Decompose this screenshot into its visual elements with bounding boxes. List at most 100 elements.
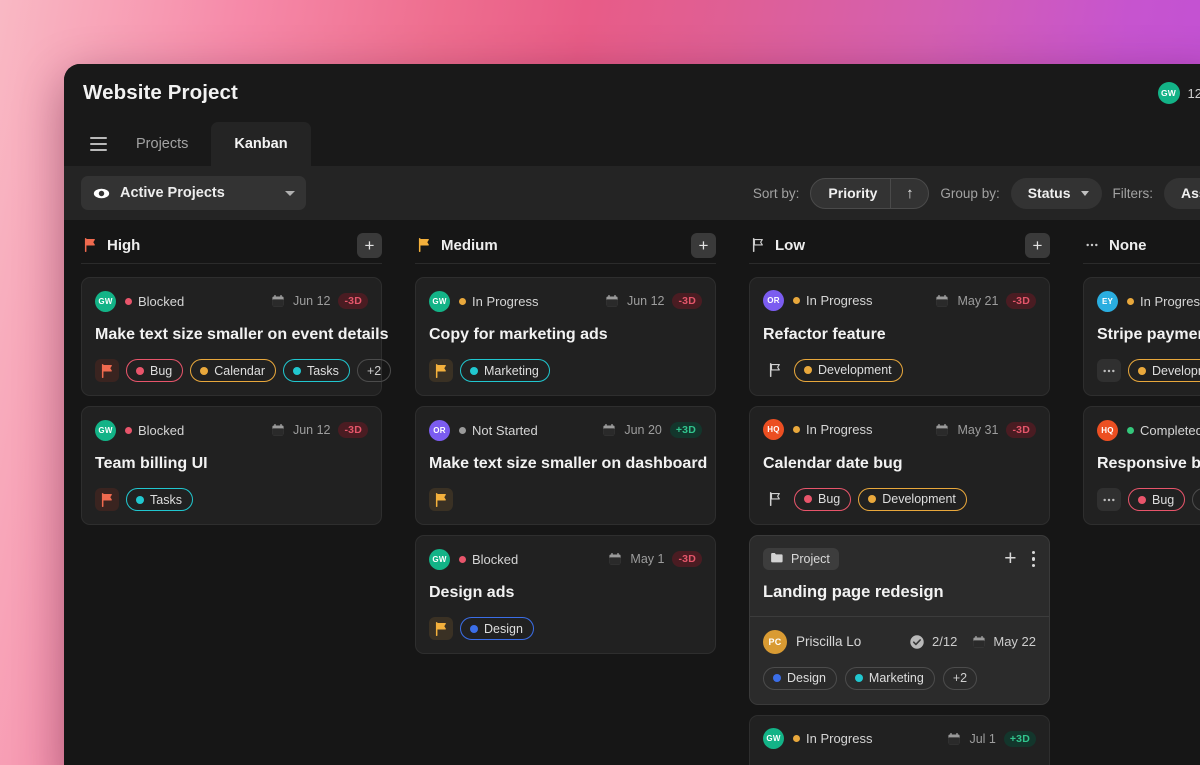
task-card[interactable]: GW Blocked Jun 12-3D Make text size smaller… [81, 277, 382, 396]
task-card[interactable]: GWBlockedMay 1-3DDesign adsDesign [415, 535, 716, 654]
avatar[interactable]: HQ [1097, 420, 1118, 441]
avatar[interactable]: GW [429, 291, 450, 312]
task-card-due: Jul 1+3D [947, 731, 1036, 747]
status-dot [459, 298, 466, 305]
due-date: Jun 20 [624, 423, 662, 437]
avatar[interactable]: EY [1097, 291, 1118, 312]
task-card-header: GWBlockedJun 12-3D [95, 419, 368, 441]
task-card-title: Copy for marketing ads [429, 325, 702, 345]
status-dot [459, 556, 466, 563]
tag[interactable]: Development [858, 488, 967, 511]
project-card-actions: + [1004, 548, 1037, 569]
add-card-button-medium[interactable]: + [691, 233, 716, 258]
tab-projects[interactable]: Projects [113, 122, 211, 166]
tag[interactable]: Calendar [190, 359, 276, 382]
tag-overflow-count[interactable]: +2 [357, 359, 391, 382]
arrow-up-icon[interactable]: ↑ [890, 179, 928, 208]
flag-low-icon[interactable] [763, 488, 787, 511]
tab-kanban[interactable]: Kanban [211, 122, 310, 166]
tag-label: Tasks [307, 364, 339, 378]
add-card-button-high[interactable]: + [357, 233, 382, 258]
tag[interactable]: Marketing [845, 667, 935, 690]
group-by-value: Status [1028, 185, 1071, 201]
tag[interactable]: Development [1128, 359, 1200, 382]
due-offset-badge: -3D [338, 422, 368, 438]
status-label: Blocked [138, 294, 184, 309]
avatar[interactable]: GW [429, 549, 450, 570]
tag[interactable]: Tasks [283, 359, 350, 382]
avatar[interactable]: PC [763, 630, 787, 654]
avatar[interactable]: GW [1158, 82, 1180, 104]
task-card[interactable]: EYIn ProgressStripe paymentDevelopment [1083, 277, 1200, 396]
task-card-tags: Development [1097, 359, 1200, 382]
tag[interactable]: Bug [1128, 488, 1185, 511]
sort-by-control[interactable]: Priority ↑ [810, 178, 929, 209]
ellipsis-icon [1083, 237, 1100, 254]
column-cards-high: GW Blocked Jun 12-3D Make text size smaller… [64, 264, 398, 765]
avatar[interactable]: GW [763, 728, 784, 749]
flag-medium-icon[interactable] [429, 617, 453, 640]
toolbar: Active Projects Sort by: Priority ↑ Grou… [64, 166, 1200, 220]
tag[interactable] [1192, 488, 1200, 511]
tag[interactable]: Design [763, 667, 837, 690]
avatar[interactable]: GW [95, 420, 116, 441]
folder-icon [770, 551, 784, 567]
project-card[interactable]: Project+Landing page redesignPCPriscilla… [749, 535, 1050, 705]
ellipsis-icon[interactable] [1097, 359, 1121, 382]
status-badge: Blocked [125, 423, 184, 438]
task-card[interactable]: ORIn ProgressMay 21-3DRefactor featureDe… [749, 277, 1050, 396]
tag[interactable]: Tasks [126, 488, 193, 511]
group-by-control[interactable]: Status [1011, 178, 1102, 209]
flag-high-icon[interactable] [95, 359, 119, 382]
status-badge: In Progress [1127, 294, 1200, 309]
tag[interactable]: Development [794, 359, 903, 382]
status-label: In Progress [472, 294, 538, 309]
avatar[interactable]: OR [429, 420, 450, 441]
title-bar-right: GW 12 [1158, 82, 1200, 104]
column-header-none: None+ [1066, 227, 1200, 263]
flag-medium-icon[interactable] [429, 488, 453, 511]
tag-label: Bug [818, 492, 840, 506]
filters-control[interactable]: Ass [1164, 178, 1200, 209]
avatar[interactable]: GW [95, 291, 116, 312]
task-card[interactable]: HQIn ProgressMay 31-3DCalendar date bugB… [749, 406, 1050, 525]
kanban-column-medium: Medium+GWIn ProgressJun 12-3DCopy for ma… [398, 220, 732, 765]
avatar[interactable]: HQ [763, 419, 784, 440]
task-card[interactable]: HQCompletedResponsive buBug [1083, 406, 1200, 525]
task-card[interactable]: GWIn ProgressJun 12-3DCopy for marketing… [415, 277, 716, 396]
ellipsis-icon[interactable] [1097, 488, 1121, 511]
tag[interactable]: Bug [794, 488, 851, 511]
kanban-column-none: None+EYIn ProgressStripe paymentDevelopm… [1066, 220, 1200, 765]
more-vertical-icon[interactable] [1030, 549, 1038, 570]
filters-value: Ass [1181, 185, 1200, 201]
task-card-tags: Design [429, 617, 702, 640]
view-selector[interactable]: Active Projects [81, 176, 306, 210]
task-card-due: Jun 12-3D [271, 293, 368, 309]
add-card-button-low[interactable]: + [1025, 233, 1050, 258]
task-card[interactable]: ORNot StartedJun 20+3DMake text size sma… [415, 406, 716, 525]
task-card[interactable]: GWIn ProgressJul 1+3DOnboarding Flow UI [749, 715, 1050, 765]
task-card-header: GWIn ProgressJul 1+3D [763, 728, 1036, 750]
avatar[interactable]: OR [763, 290, 784, 311]
tag-label: Bug [1152, 493, 1174, 507]
sort-by-value[interactable]: Priority [811, 185, 890, 201]
status-badge: In Progress [459, 294, 538, 309]
task-card-title: Make text size smaller on event details [95, 325, 368, 345]
tag-dot [804, 366, 812, 374]
tag-overflow-count[interactable]: +2 [943, 667, 977, 690]
flag-medium-icon[interactable] [429, 359, 453, 382]
tag-dot [855, 674, 863, 682]
task-card-tags: Tasks [95, 488, 368, 511]
tag[interactable]: Design [460, 617, 534, 640]
project-type-label: Project [791, 552, 830, 566]
status-badge: In Progress [793, 293, 872, 308]
hamburger-icon[interactable] [83, 122, 113, 166]
tag-label: Marketing [484, 364, 539, 378]
tag[interactable]: Bug [126, 359, 183, 382]
tag[interactable]: Marketing [460, 359, 550, 382]
flag-low-icon[interactable] [763, 359, 787, 382]
calendar-icon [602, 423, 616, 437]
flag-high-icon[interactable] [95, 488, 119, 511]
task-card[interactable]: GWBlockedJun 12-3DTeam billing UITasks [81, 406, 382, 525]
add-subtask-button[interactable]: + [1004, 548, 1016, 569]
